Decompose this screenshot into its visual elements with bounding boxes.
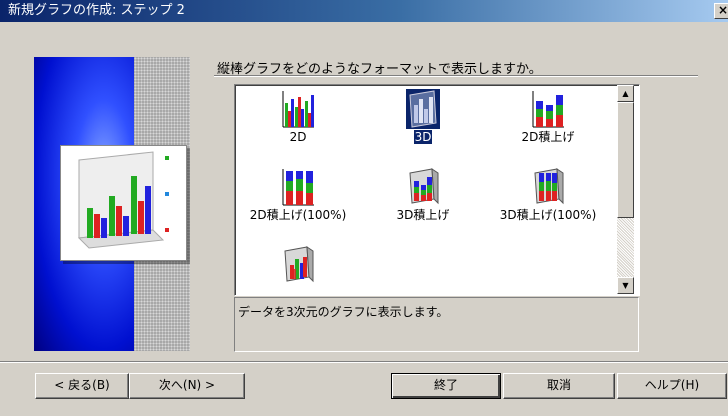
format-option-2d-stacked[interactable]: 2D積上げ: [493, 89, 603, 144]
chart-preview-thumbnail: [60, 145, 187, 261]
close-button[interactable]: ×: [714, 3, 728, 19]
stacked-bar-100-2d-icon: [282, 169, 314, 206]
format-label: 2D: [289, 130, 307, 144]
stacked-bar-2d-icon: [532, 91, 564, 128]
format-option-2d-stacked-100[interactable]: 2D積上げ(100%): [243, 167, 353, 222]
format-option-3d-grouped[interactable]: [243, 245, 353, 295]
button-divider: [0, 361, 728, 363]
format-description: データを3次元のグラフに表示します。: [238, 305, 449, 319]
stacked-bar-100-3d-icon: [534, 168, 564, 205]
grouped-bar-3d-icon: [284, 246, 314, 283]
format-description-box: データを3次元のグラフに表示します。: [234, 297, 639, 352]
question-divider: [214, 75, 698, 77]
format-label: 2D積上げ: [521, 130, 575, 144]
bar-chart-3d-icon: [406, 89, 440, 129]
format-label: 3D積上げ(100%): [499, 208, 597, 222]
finish-button[interactable]: 終了: [391, 373, 501, 399]
wizard-side-illustration: [34, 57, 190, 351]
cancel-button[interactable]: 取消: [503, 373, 615, 399]
format-label: 3D: [413, 130, 433, 144]
format-label: 3D積上げ: [396, 208, 450, 222]
format-option-2d[interactable]: 2D: [243, 89, 353, 144]
format-list[interactable]: 2D 3D 2D積上げ 2D積上げ(100%) 3D積上げ 3D積上げ(100%…: [234, 84, 640, 296]
format-list-scrollbar[interactable]: ▲ ▼: [617, 85, 634, 294]
next-button[interactable]: 次へ(N) >: [129, 373, 245, 399]
back-button[interactable]: < 戻る(B): [35, 373, 129, 399]
scrollbar-thumb[interactable]: [617, 102, 634, 218]
format-option-3d-stacked-100[interactable]: 3D積上げ(100%): [493, 167, 603, 222]
format-option-3d-stacked[interactable]: 3D積上げ: [368, 167, 478, 222]
format-option-3d[interactable]: 3D: [368, 89, 478, 144]
help-button[interactable]: ヘルプ(H): [617, 373, 727, 399]
window-title: 新規グラフの作成: ステップ 2: [8, 3, 185, 18]
bar-chart-2d-icon: [282, 91, 314, 128]
format-label: 2D積上げ(100%): [249, 208, 347, 222]
title-bar[interactable]: 新規グラフの作成: ステップ 2 ×: [0, 0, 728, 22]
stacked-bar-3d-icon: [409, 168, 439, 205]
scroll-up-arrow-icon[interactable]: ▲: [617, 85, 634, 102]
scroll-down-arrow-icon[interactable]: ▼: [617, 277, 634, 294]
new-chart-wizard-dialog: 新規グラフの作成: ステップ 2 × 縦棒グラフをどのようなフォーマットで表示し…: [0, 0, 728, 416]
